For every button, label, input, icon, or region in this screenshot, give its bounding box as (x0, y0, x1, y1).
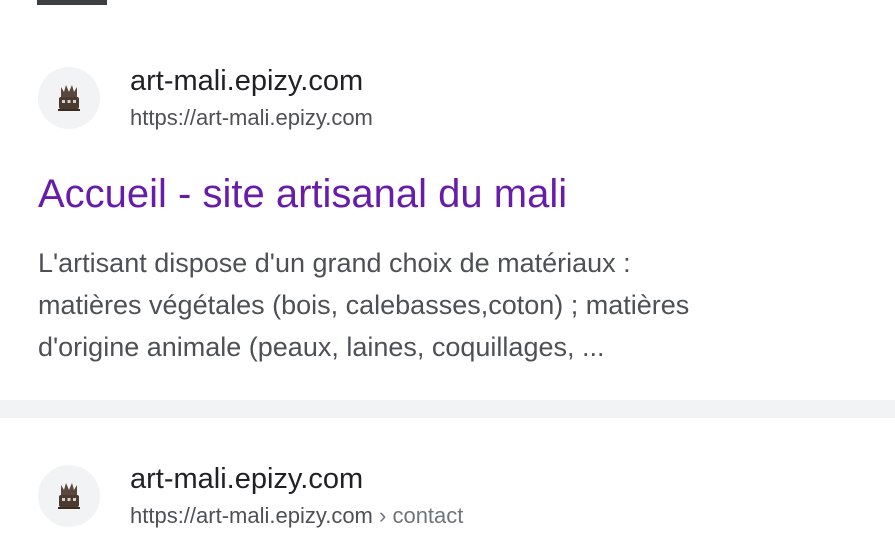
search-result-card: art-mali.epizy.com https://art-mali.epiz… (0, 418, 895, 552)
url-breadcrumb: › contact (379, 503, 464, 528)
search-result-card: art-mali.epizy.com https://art-mali.epiz… (0, 22, 895, 400)
mask-sculpture-icon (58, 85, 80, 111)
site-favicon (38, 67, 100, 129)
site-name[interactable]: art-mali.epizy.com (130, 462, 463, 496)
url-text: https://art-mali.epizy.com (130, 105, 373, 130)
snippet-line: d'origine animale (peaux, laines, coquil… (38, 332, 605, 362)
site-name[interactable]: art-mali.epizy.com (130, 64, 373, 98)
results-divider (0, 400, 895, 418)
site-header[interactable]: art-mali.epizy.com https://art-mali.epiz… (38, 462, 463, 530)
snippet-line: matières végétales (bois, calebasses,cot… (38, 290, 690, 320)
site-url[interactable]: https://art-mali.epizy.com (130, 104, 373, 132)
site-url[interactable]: https://art-mali.epizy.com › contact (130, 502, 463, 530)
tab-indicator (37, 0, 107, 5)
snippet-line: L'artisant dispose d'un grand choix de m… (38, 248, 631, 278)
mask-sculpture-icon (58, 483, 80, 509)
url-text: https://art-mali.epizy.com (130, 503, 373, 528)
site-header[interactable]: art-mali.epizy.com https://art-mali.epiz… (38, 64, 373, 132)
result-snippet: L'artisant dispose d'un grand choix de m… (38, 242, 858, 368)
site-favicon (38, 465, 100, 527)
previous-result-edge (0, 0, 895, 23)
result-title-link[interactable]: Accueil - site artisanal du mali (38, 170, 567, 218)
